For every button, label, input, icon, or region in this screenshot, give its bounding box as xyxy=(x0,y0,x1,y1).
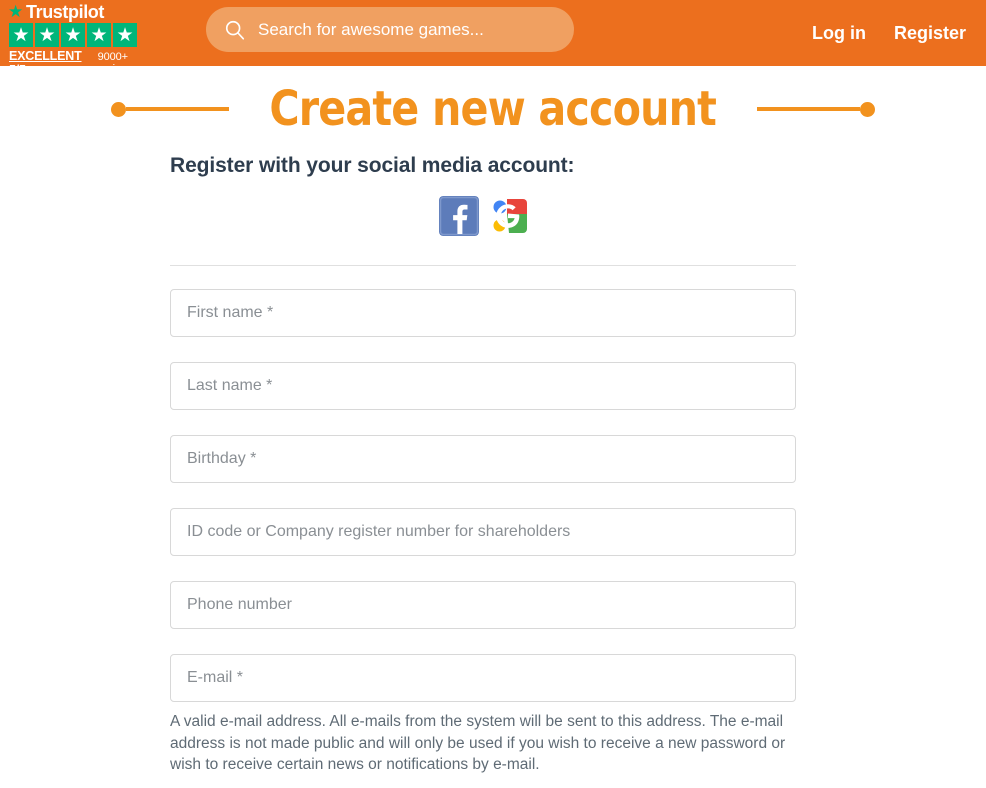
star-glyph: ★ xyxy=(64,24,82,46)
trustpilot-brand-name: Trustpilot xyxy=(26,1,104,22)
page-body: Create new account Register with your so… xyxy=(0,80,986,776)
decoration-line xyxy=(756,107,860,111)
trustpilot-star-icon: ★ xyxy=(8,2,24,21)
search-icon xyxy=(225,20,245,40)
site-header: ★ Trustpilot ★ ★ ★ ★ ★ EXCELLENT 5/5 900… xyxy=(0,0,986,77)
social-register-heading: Register with your social media account: xyxy=(170,154,575,177)
star-icon: ★ xyxy=(87,23,111,47)
star-icon: ★ xyxy=(35,23,59,47)
star-glyph: ★ xyxy=(116,24,134,46)
trustpilot-reviews-label: 9000+ reviews xyxy=(97,51,135,75)
star-icon: ★ xyxy=(113,23,137,47)
header-links: Log in Register xyxy=(812,0,966,66)
email-input[interactable] xyxy=(170,654,796,702)
register-link[interactable]: Register xyxy=(894,23,966,44)
google-login-button[interactable] xyxy=(487,196,527,236)
first-name-input[interactable] xyxy=(170,289,796,337)
login-link[interactable]: Log in xyxy=(812,23,866,44)
star-glyph: ★ xyxy=(38,24,56,46)
star-glyph: ★ xyxy=(90,24,108,46)
last-name-input[interactable] xyxy=(170,362,796,410)
trustpilot-brand: ★ Trustpilot xyxy=(8,2,160,21)
star-icon: ★ xyxy=(9,23,33,47)
page-title-row: Create new account xyxy=(0,80,986,138)
birthday-input[interactable] xyxy=(170,435,796,483)
decoration-dot-icon xyxy=(111,101,127,117)
social-login-row xyxy=(170,196,796,236)
register-form-container: Register with your social media account: xyxy=(170,154,796,776)
star-glyph: ★ xyxy=(12,24,30,46)
email-help-text: A valid e-mail address. All e-mails from… xyxy=(170,713,786,773)
page-title: Create new account xyxy=(269,81,718,137)
search-input[interactable] xyxy=(256,18,556,41)
facebook-login-button[interactable] xyxy=(439,196,479,236)
decoration-line xyxy=(126,107,230,111)
title-decoration-right xyxy=(756,101,875,117)
trustpilot-rating-label: EXCELLENT 5/5 xyxy=(9,49,82,77)
star-icon: ★ xyxy=(61,23,85,47)
phone-number-input[interactable] xyxy=(170,581,796,629)
title-decoration-left xyxy=(111,101,230,117)
decoration-dot-icon xyxy=(859,101,875,117)
id-code-input[interactable] xyxy=(170,508,796,556)
trustpilot-widget[interactable]: ★ Trustpilot ★ ★ ★ ★ ★ EXCELLENT 5/5 900… xyxy=(0,0,160,77)
search-bar[interactable] xyxy=(206,7,574,52)
trustpilot-meta: EXCELLENT 5/5 9000+ reviews xyxy=(9,49,160,77)
trustpilot-star-rating: ★ ★ ★ ★ ★ xyxy=(9,23,160,47)
registration-form: A valid e-mail address. All e-mails from… xyxy=(170,266,796,776)
